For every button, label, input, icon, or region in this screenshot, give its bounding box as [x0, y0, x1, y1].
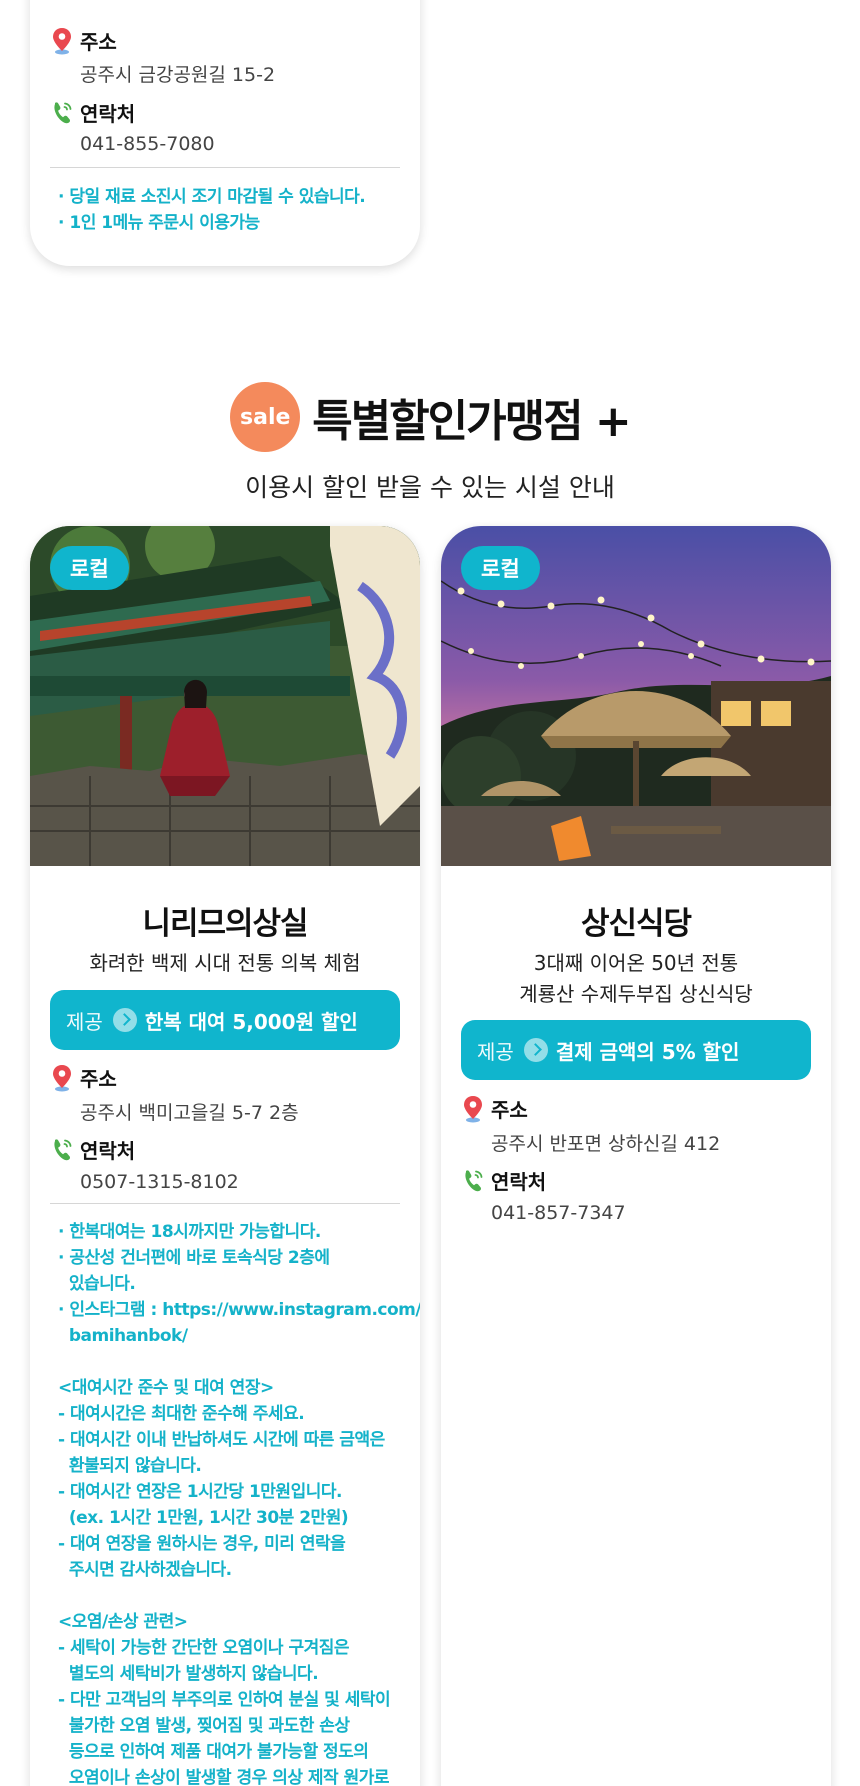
- address-heading: 주소: [461, 1094, 528, 1123]
- address-heading: 주소: [50, 26, 117, 55]
- facility-name: 니리므의상실: [142, 906, 308, 942]
- note-line: · 1인 1메뉴 주문시 이용가능: [58, 213, 260, 233]
- desc-line: 화려한 백제 시대 전통 의복 체험: [89, 951, 361, 975]
- chevron-right-icon: [523, 1038, 548, 1062]
- address-label: 주소: [80, 1067, 117, 1091]
- contact-heading: 연락처: [50, 98, 135, 127]
- note-line: - 다만 고객님의 부주의로 인하여 분실 및 세탁이: [58, 1690, 391, 1710]
- note-line: [58, 1583, 403, 1609]
- phone-icon: [54, 101, 72, 123]
- address-value: 공주시 백미고을길 5-7 2층: [80, 1102, 299, 1124]
- contact-label: 연락처: [80, 102, 136, 126]
- local-badge: 로컬: [50, 546, 129, 590]
- local-badge: 로컬: [461, 546, 540, 590]
- facility-card-hanbok[interactable]: 로컬 니리므의상실 화려한 백제 시대 전통 의복 체험 제공 한복 대여 5,…: [30, 526, 420, 1786]
- offer-value: 결제 금액의 5% 할인: [555, 1039, 740, 1064]
- note-line: [58, 1349, 403, 1375]
- note-line: 환불되지 않습니다.: [58, 1456, 202, 1476]
- divider: [50, 167, 400, 168]
- note-line: · 당일 재료 소진시 조기 마감될 수 있습니다.: [58, 187, 366, 207]
- facility-desc: 화려한 백제 시대 전통 의복 체험: [30, 948, 420, 979]
- offer-bar: 제공 결제 금액의 5% 할인: [461, 1020, 811, 1080]
- note-line: - 대여시간 연장은 1시간당 1만원입니다.: [58, 1482, 342, 1502]
- facility-photo-hanbok: 로컬: [30, 526, 420, 866]
- note-line: - 세탁이 가능한 간단한 오염이나 구겨짐은: [58, 1638, 350, 1658]
- desc-line: 3대째 이어온 50년 전통: [533, 951, 739, 975]
- note-line: 있습니다.: [58, 1274, 136, 1294]
- phone-value[interactable]: 041-857-7347: [491, 1202, 626, 1224]
- address-value: 공주시 금강공원길 15-2: [80, 64, 276, 86]
- facility-photo-sangsin: 로컬: [441, 526, 831, 866]
- note-line: · 한복대여는 18시까지만 가능합니다.: [58, 1222, 321, 1242]
- contact-label: 연락처: [491, 1170, 547, 1194]
- note-line: - 대여 연장을 원하시는 경우, 미리 연락을: [58, 1534, 346, 1554]
- location-pin-icon: [53, 27, 71, 54]
- offer-label: 제공: [477, 1039, 514, 1064]
- section-subtitle: 이용시 할인 받을 수 있는 시설 안내: [245, 473, 615, 502]
- prev-notes: · 당일 재료 소진시 조기 마감될 수 있습니다. · 1인 1메뉴 주문시 …: [58, 184, 403, 236]
- note-line: <대여시간 준수 및 대여 연장>: [58, 1378, 274, 1398]
- note-line: - 대여시간 이내 반납하셔도 시간에 따른 금액은: [58, 1430, 385, 1450]
- contact-label: 연락처: [80, 1139, 136, 1163]
- prev-facility-card: 주소 공주시 금강공원길 15-2 연락처 041-855-7080 · 당일 …: [30, 0, 420, 266]
- note-line: 불가한 오염 발생, 찢어짐 및 과도한 손상: [58, 1716, 350, 1736]
- divider: [50, 1203, 400, 1204]
- desc-line: 계룡산 수제두부집 상신식당: [519, 982, 753, 1006]
- note-line: · 공산성 건너편에 바로 토속식당 2층에: [58, 1248, 330, 1268]
- note-line: 등으로 인하여 제품 대여가 불가능할 정도의: [58, 1742, 369, 1762]
- location-pin-icon: [53, 1064, 71, 1091]
- contact-heading: 연락처: [461, 1166, 546, 1195]
- phone-icon: [54, 1138, 72, 1160]
- address-label: 주소: [80, 30, 117, 54]
- address-label: 주소: [491, 1098, 528, 1122]
- contact-heading: 연락처: [50, 1135, 135, 1164]
- note-line: - 대여시간은 최대한 준수해 주세요.: [58, 1404, 305, 1424]
- note-line: 오염이나 손상이 발생할 경우 의상 제작 원가로: [58, 1768, 390, 1786]
- facility-name: 상신식당: [580, 906, 692, 942]
- facility-desc: 3대째 이어온 50년 전통 계룡산 수제두부집 상신식당: [441, 948, 831, 1010]
- facility-card-sangsin[interactable]: 로컬 상신식당 3대째 이어온 50년 전통 계룡산 수제두부집 상신식당 제공…: [441, 526, 831, 1786]
- note-line: <오염/손상 관련>: [58, 1612, 188, 1632]
- location-pin-icon: [464, 1095, 482, 1122]
- address-value: 공주시 반포면 상하신길 412: [491, 1133, 721, 1155]
- note-line: 별도의 세탁비가 발생하지 않습니다.: [58, 1664, 319, 1684]
- address-heading: 주소: [50, 1063, 117, 1092]
- offer-label: 제공: [66, 1009, 103, 1034]
- section-title: 특별할인가맹점 +: [312, 396, 632, 447]
- note-line[interactable]: bamihanbok/: [58, 1323, 403, 1349]
- phone-value[interactable]: 0507-1315-8102: [80, 1171, 239, 1193]
- offer-value: 한복 대여 5,000원 할인: [144, 1009, 358, 1034]
- sale-badge: sale: [230, 382, 301, 452]
- note-line[interactable]: · 인스타그램 : https://www.instagram.com/: [58, 1297, 420, 1323]
- offer-bar: 제공 한복 대여 5,000원 할인: [50, 990, 400, 1050]
- note-line: (ex. 1시간 1만원, 1시간 30분 2만원): [58, 1508, 349, 1528]
- notes-list: · 한복대여는 18시까지만 가능합니다. · 공산성 건너편에 바로 토속식당…: [58, 1219, 420, 1786]
- chevron-right-icon: [112, 1008, 137, 1032]
- note-line: 주시면 감사하겠습니다.: [58, 1560, 232, 1580]
- section-header: sale 특별할인가맹점 +: [0, 382, 860, 452]
- phone-value: 041-855-7080: [80, 133, 215, 155]
- phone-icon: [465, 1169, 483, 1191]
